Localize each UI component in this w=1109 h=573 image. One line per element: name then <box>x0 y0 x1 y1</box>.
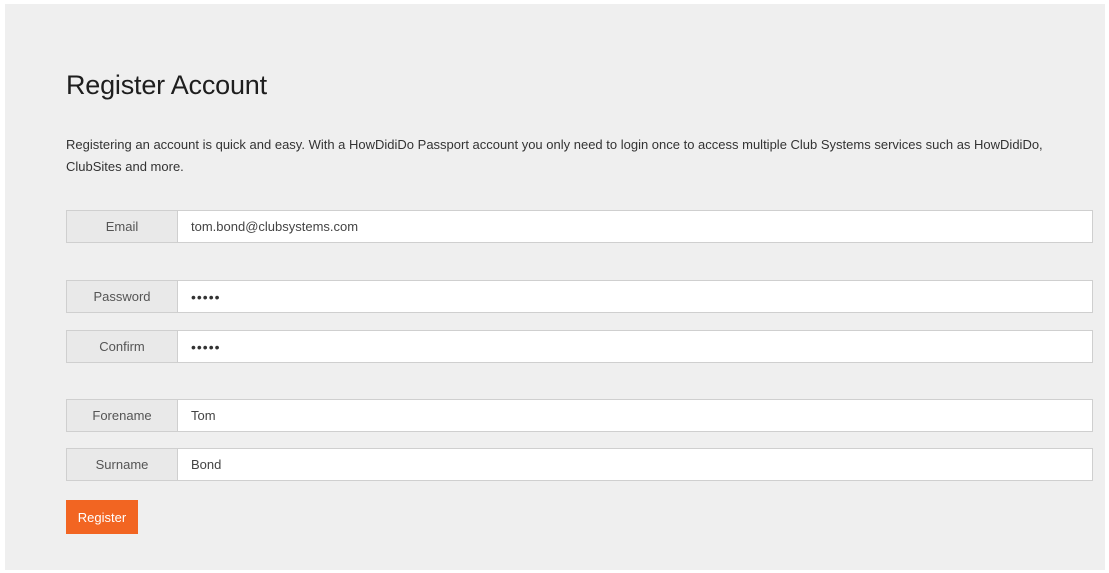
confirm-password-field[interactable]: ••••• <box>177 330 1093 363</box>
email-field[interactable]: tom.bond@clubsystems.com <box>177 210 1093 243</box>
page-title: Register Account <box>66 70 267 100</box>
email-label: Email <box>66 210 177 243</box>
intro-text: Registering an account is quick and easy… <box>66 137 1043 174</box>
password-field[interactable]: ••••• <box>177 280 1093 313</box>
register-panel: Register Account Registering an account … <box>5 4 1105 570</box>
email-row: Email tom.bond@clubsystems.com <box>66 210 1093 243</box>
password-label: Password <box>66 280 177 313</box>
forename-row: Forename Tom <box>66 399 1093 432</box>
password-row: Password ••••• <box>66 280 1093 313</box>
register-button[interactable]: Register <box>66 500 138 534</box>
surname-field[interactable]: Bond <box>177 448 1093 481</box>
forename-field[interactable]: Tom <box>177 399 1093 432</box>
surname-row: Surname Bond <box>66 448 1093 481</box>
surname-label: Surname <box>66 448 177 481</box>
forename-label: Forename <box>66 399 177 432</box>
confirm-label: Confirm <box>66 330 177 363</box>
confirm-row: Confirm ••••• <box>66 330 1093 363</box>
